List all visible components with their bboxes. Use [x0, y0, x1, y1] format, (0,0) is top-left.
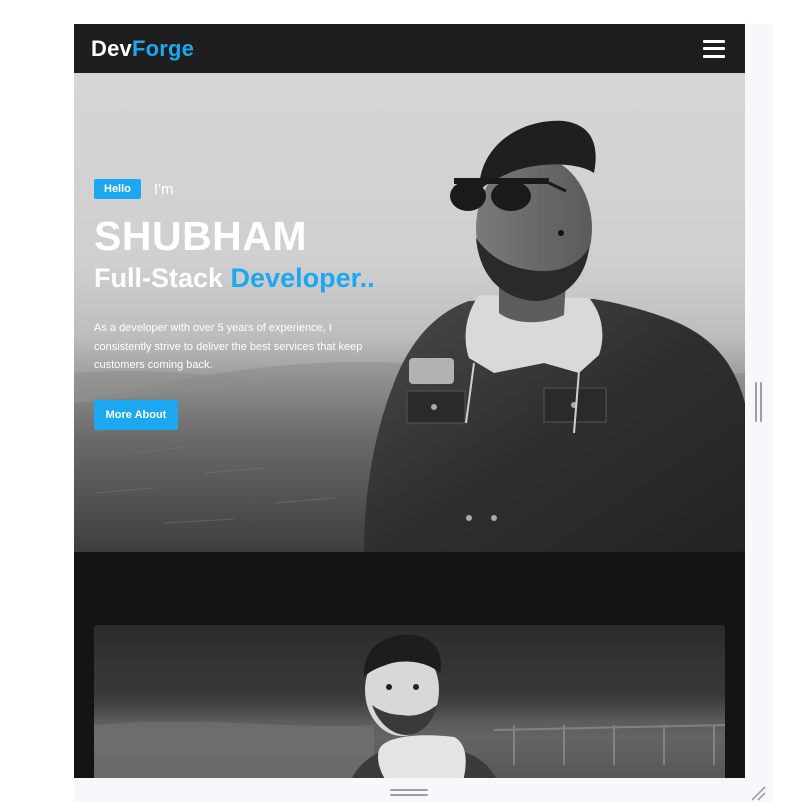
hero-section: Hello I'm SHUBHAM Full-Stack Developer..… — [74, 73, 745, 552]
hello-row: Hello I'm — [94, 179, 173, 199]
logo-text-forge: Forge — [131, 35, 195, 61]
horizontal-resize-handle[interactable] — [390, 788, 428, 798]
hero-description: As a developer with over 5 years of expe… — [94, 322, 363, 371]
more-about-button[interactable]: More About — [94, 400, 178, 430]
site-logo[interactable]: DevForge — [91, 36, 194, 62]
intro-text: I'm — [153, 180, 174, 198]
hero-background-photo — [74, 120, 745, 552]
hamburger-menu-icon[interactable] — [703, 39, 725, 58]
corner-resize-handle[interactable] — [748, 784, 768, 802]
logo-text-dev: Dev — [91, 35, 132, 61]
vertical-resize-handle[interactable] — [755, 382, 763, 422]
role-text-part1: Full-Stack — [94, 263, 224, 293]
page-viewport: DevForge Hello I'm SHUBHAM Full-Stack De… — [74, 24, 745, 778]
hello-badge: Hello — [94, 179, 141, 199]
about-photo — [94, 625, 725, 778]
navbar: DevForge — [74, 24, 745, 73]
role-text-part2: Developer.. — [230, 263, 375, 293]
hero-name: SHUBHAM — [94, 213, 308, 259]
about-section — [74, 552, 745, 778]
hero-role: Full-Stack Developer.. — [94, 263, 375, 294]
